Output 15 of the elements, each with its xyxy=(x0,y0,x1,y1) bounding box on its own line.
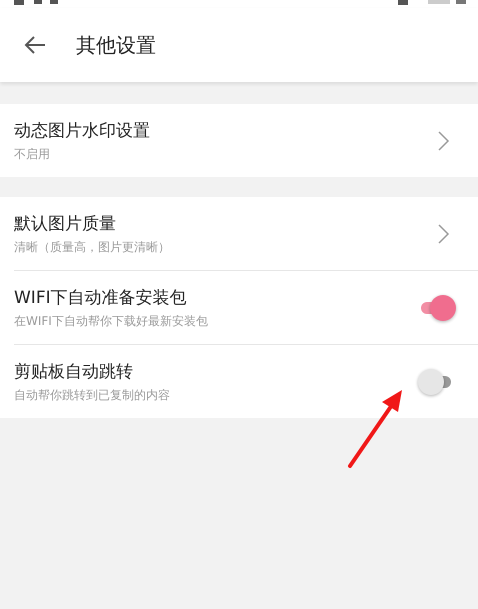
settings-row[interactable]: 默认图片质量 清晰（质量高，图片更清晰） xyxy=(0,197,478,270)
chevron-icon xyxy=(438,224,450,244)
setting-description: 清晰（质量高，图片更清晰） xyxy=(14,238,171,256)
chevron-icon xyxy=(438,130,450,150)
setting-description: 不启用 xyxy=(14,146,51,162)
page-title: 其他设置 xyxy=(76,32,156,58)
settings-row[interactable]: 动态图片水印设置 不启用 xyxy=(0,104,478,177)
back-icon[interactable] xyxy=(24,36,46,54)
setting-title: WIFI下自动准备安装包 xyxy=(14,286,188,308)
setting-title: 动态图片水印设置 xyxy=(14,120,151,142)
setting-title: 默认图片质量 xyxy=(14,212,117,234)
setting-description: 自动帮你跳转到已复制的内容 xyxy=(14,386,171,404)
settings-row[interactable]: WIFI下自动准备安装包 在WIFI下自动帮你下载好最新安装包 xyxy=(14,270,478,344)
setting-title: 剪贴板自动跳转 xyxy=(14,360,134,382)
setting-description: 在WIFI下自动帮你下载好最新安装包 xyxy=(14,312,209,330)
